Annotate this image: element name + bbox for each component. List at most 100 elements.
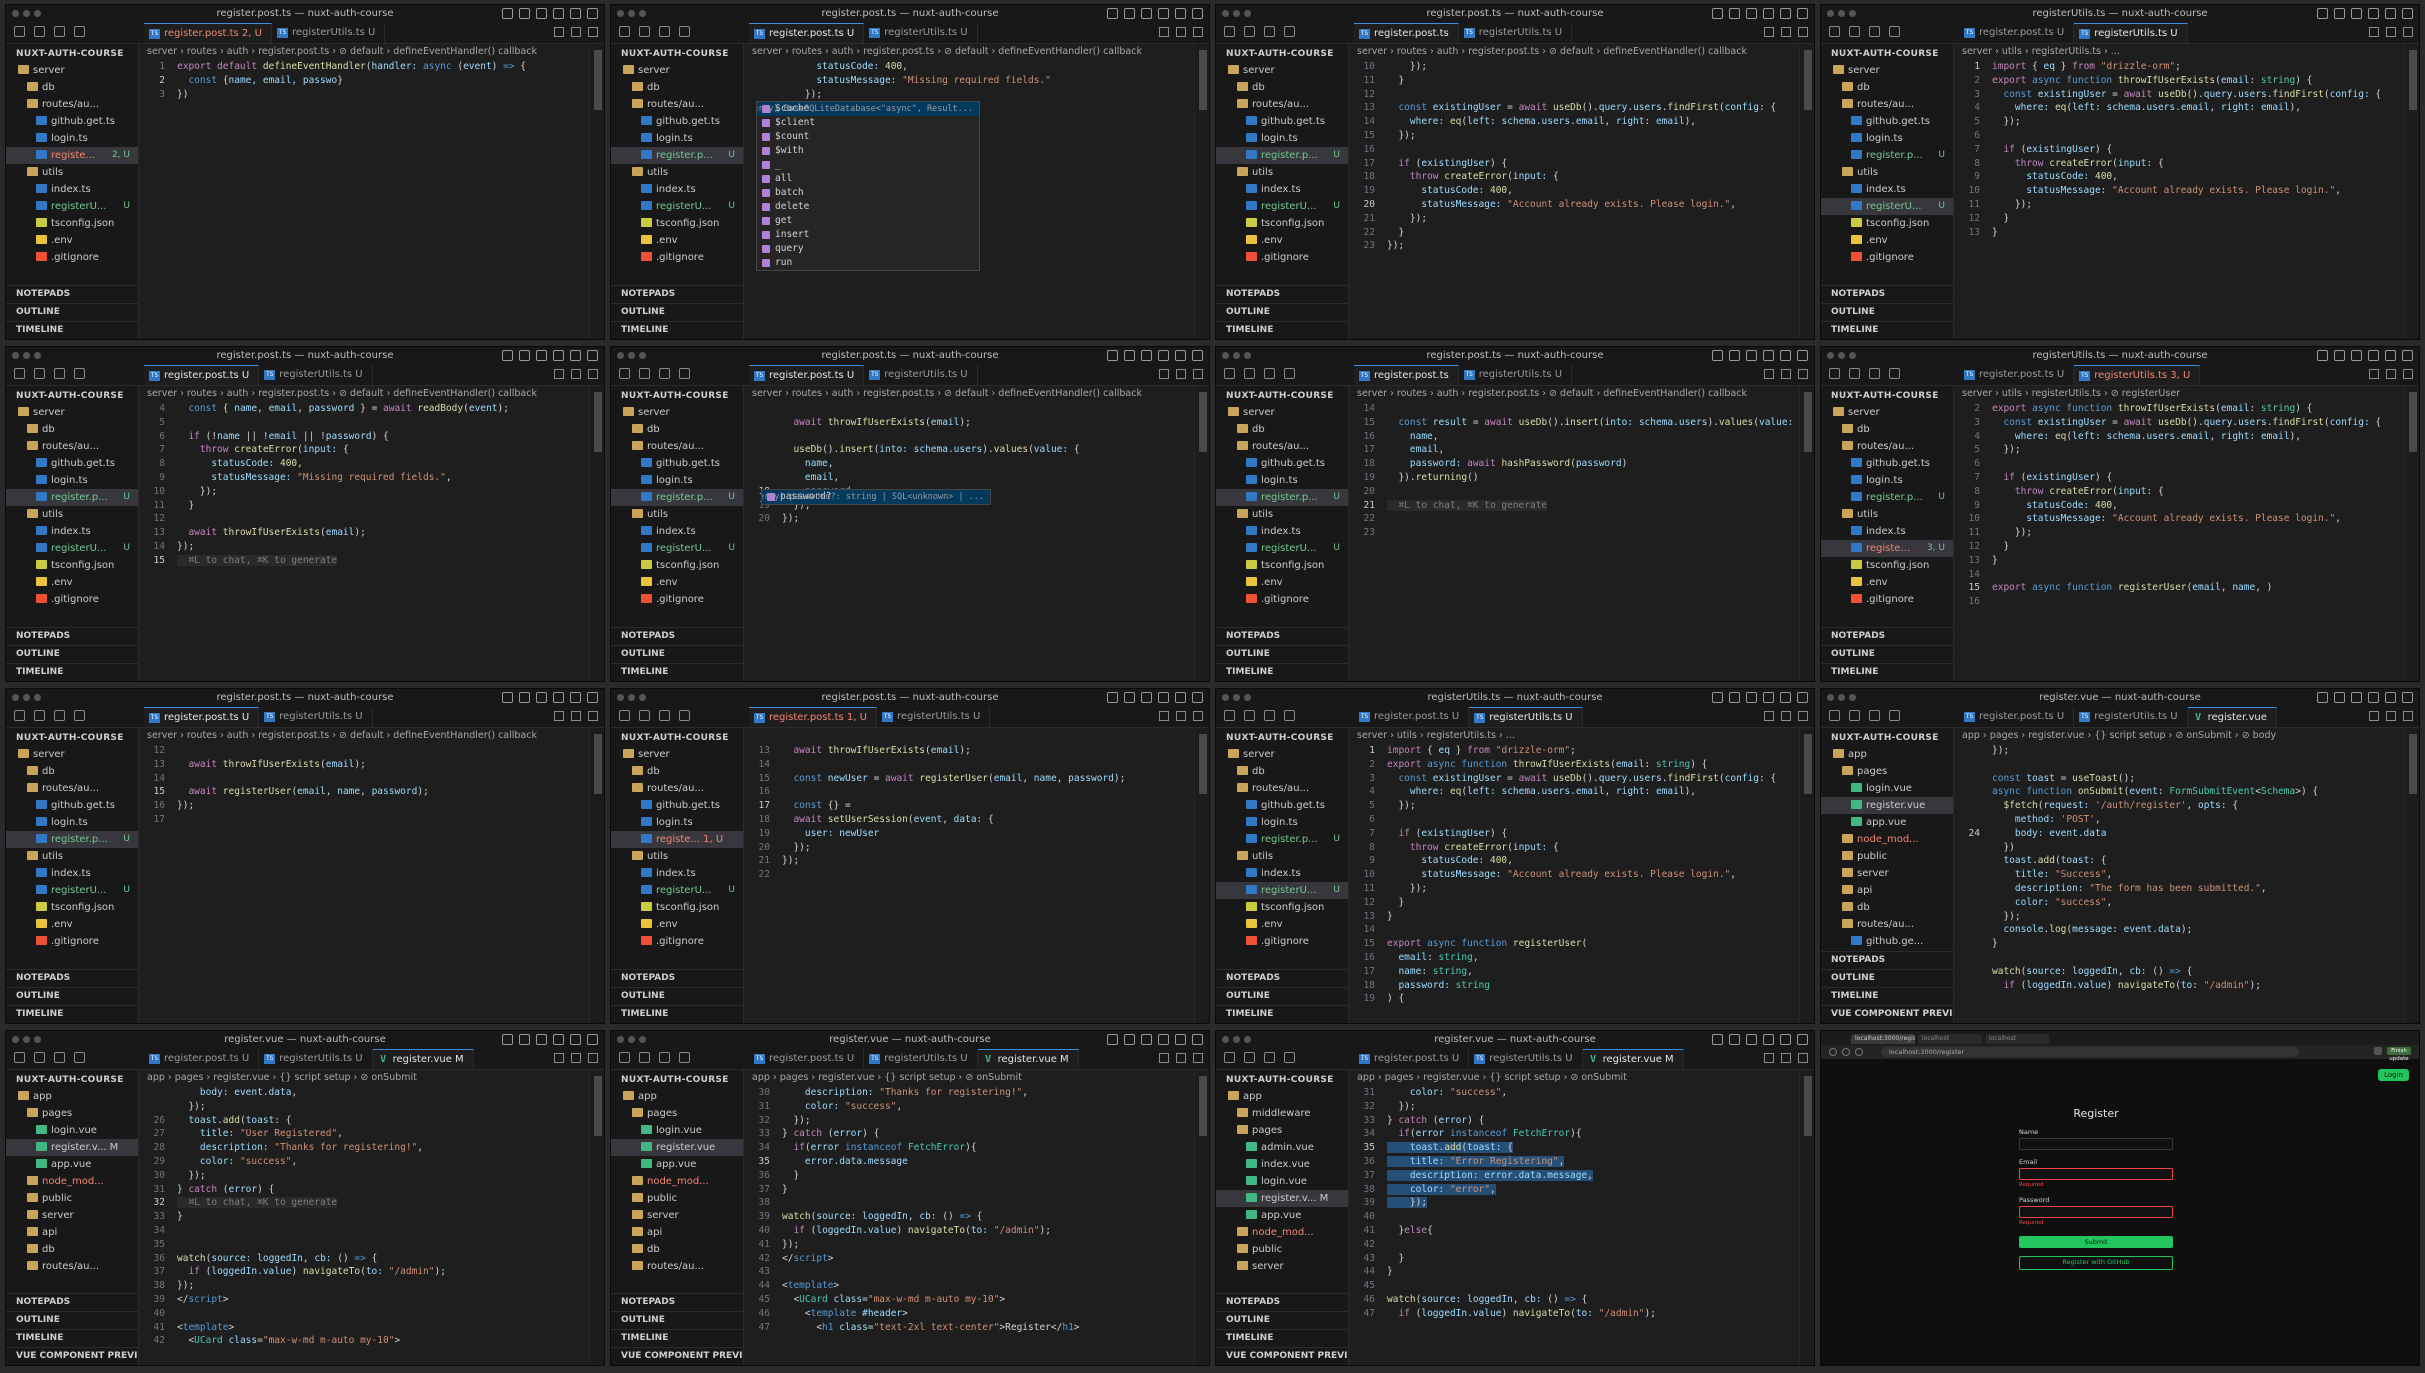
run-icon[interactable] [2369,711,2379,721]
code-editor[interactable]: server › routes › auth › register.post.t… [138,728,604,1023]
file-tree-item[interactable]: .gitignore [6,591,138,608]
window-control-icon[interactable] [12,1036,19,1043]
breadcrumb[interactable]: server › routes › auth › register.post.t… [744,386,1209,402]
editor-tab[interactable]: registerUtils.ts U [1459,365,1573,385]
scroll-thumb[interactable] [1199,1076,1207,1136]
panel-icon[interactable] [1158,350,1169,361]
more-icon[interactable] [588,711,598,721]
file-tree-item[interactable]: tsconfig.json [611,215,743,232]
source-control-icon[interactable] [1869,26,1880,37]
file-tree-item[interactable]: index.ts [6,181,138,198]
sidebar-icon[interactable] [570,8,581,19]
file-tree-item[interactable]: routes/au... [6,780,138,797]
file-tree-item[interactable]: login.ts [1821,472,1953,489]
search-icon[interactable] [34,26,45,37]
scrollbar[interactable] [589,728,604,1023]
explorer-icon[interactable] [1224,1052,1235,1063]
window-control-icon[interactable] [639,352,646,359]
window-control-icon[interactable] [1233,694,1240,701]
traffic-lights[interactable] [1222,10,1251,17]
traffic-lights[interactable] [1222,1036,1251,1043]
section-notepads[interactable]: NOTEPADS [611,969,743,987]
code-area[interactable]: await throwIfUserExists(email); useDb().… [744,402,1209,526]
section-outline[interactable]: OUTLINE [1821,303,1953,321]
traffic-lights[interactable] [1827,352,1856,359]
file-tree-item[interactable]: github.get.ts [1216,113,1348,130]
panel-icon[interactable] [1763,692,1774,703]
panel-icon[interactable] [1763,8,1774,19]
panel-icon[interactable] [1763,350,1774,361]
file-tree-item[interactable]: pages [611,1105,743,1122]
file-tree-item[interactable]: tsconfig.json [6,899,138,916]
breadcrumb[interactable]: server › utils › registerUtils.ts › ⊘ re… [1954,386,2419,402]
editor-tab[interactable]: registerUtils.ts U [1459,23,1573,43]
more-icon[interactable] [1798,711,1808,721]
run-icon[interactable] [1764,711,1774,721]
scrollbar[interactable] [1799,44,1814,339]
file-tree-item[interactable]: public [1216,1241,1348,1258]
scroll-thumb[interactable] [1199,734,1207,794]
window-control-icon[interactable] [23,352,30,359]
file-tree-item[interactable]: index.ts [1216,865,1348,882]
editor-tab[interactable]: register.post.ts U [144,707,260,727]
file-tree-item[interactable]: register.vue [1821,797,1953,814]
file-tree-item[interactable]: index.ts [611,181,743,198]
chevron-down-icon[interactable] [1889,710,1900,721]
file-tree-item[interactable]: register.p... U [1821,147,1953,164]
scroll-thumb[interactable] [1804,734,1812,794]
account-icon[interactable] [1712,692,1723,703]
suggestion-item[interactable]: delete [757,200,979,214]
file-tree-item[interactable]: routes/au... [611,96,743,113]
file-tree-item[interactable]: routes/au... [6,96,138,113]
explorer-icon[interactable] [619,26,630,37]
file-tree-item[interactable]: .env [1821,232,1953,249]
sidebar-icon[interactable] [1780,8,1791,19]
file-tree-item[interactable]: routes/au... [1216,96,1348,113]
window-control-icon[interactable] [628,352,635,359]
settings-icon[interactable] [1729,692,1740,703]
editor-tab[interactable]: register.post.ts U [144,365,260,385]
window-control-icon[interactable] [1233,10,1240,17]
section-outline[interactable]: OUTLINE [611,303,743,321]
editor-tab[interactable]: register.post.ts [1354,23,1459,43]
window-control-icon[interactable] [23,1036,30,1043]
source-control-icon[interactable] [659,26,670,37]
file-tree-item[interactable]: utils [611,506,743,523]
code-editor[interactable]: server › utils › registerUtils.ts › ⊘ re… [1953,386,2419,681]
chevron-down-icon[interactable] [1889,26,1900,37]
gear-icon[interactable] [587,692,598,703]
window-control-icon[interactable] [1233,1036,1240,1043]
search-icon[interactable] [1244,368,1255,379]
account-icon[interactable] [1107,692,1118,703]
file-tree-item[interactable]: register.vue [611,1139,743,1156]
source-control-icon[interactable] [1264,710,1275,721]
breadcrumb[interactable]: server › routes › auth › register.post.t… [744,44,1209,60]
scrollbar[interactable] [1799,728,1814,1023]
search-icon[interactable] [639,710,650,721]
breadcrumb[interactable]: app › pages › register.vue › {} script s… [1349,1070,1814,1086]
chevron-down-icon[interactable] [74,368,85,379]
github-register-button[interactable]: Register with GitHub [2019,1256,2173,1270]
settings-icon[interactable] [1124,1034,1135,1045]
code-area[interactable]: 1 import { eq } from "drizzle-orm"; 2 expor… [1954,60,2419,239]
run-icon[interactable] [1764,27,1774,37]
section-timeline[interactable]: TIMELINE [1216,663,1348,681]
window-control-icon[interactable] [1222,10,1229,17]
search-icon[interactable] [639,26,650,37]
scroll-thumb[interactable] [2409,392,2417,452]
file-tree-item[interactable]: public [6,1190,138,1207]
sidebar-icon[interactable] [1780,692,1791,703]
scrollbar[interactable] [1194,44,1209,339]
file-tree-item[interactable]: db [6,763,138,780]
traffic-lights[interactable] [1827,10,1856,17]
editor-tab[interactable]: register.vue [2187,707,2277,727]
window-control-icon[interactable] [1222,352,1229,359]
source-control-icon[interactable] [54,1052,65,1063]
code-area[interactable]: 31 color: "success", 32 }); 33} catch (err… [1349,1086,1814,1321]
code-editor[interactable]: server › routes › auth › register.post.t… [138,44,604,339]
scrollbar[interactable] [1194,386,1209,681]
file-tree-item[interactable]: node_mod... [611,1173,743,1190]
file-tree-item[interactable]: pages [1216,1122,1348,1139]
source-control-icon[interactable] [1869,368,1880,379]
url-input[interactable]: localhost:3000/register [1881,1047,2299,1057]
